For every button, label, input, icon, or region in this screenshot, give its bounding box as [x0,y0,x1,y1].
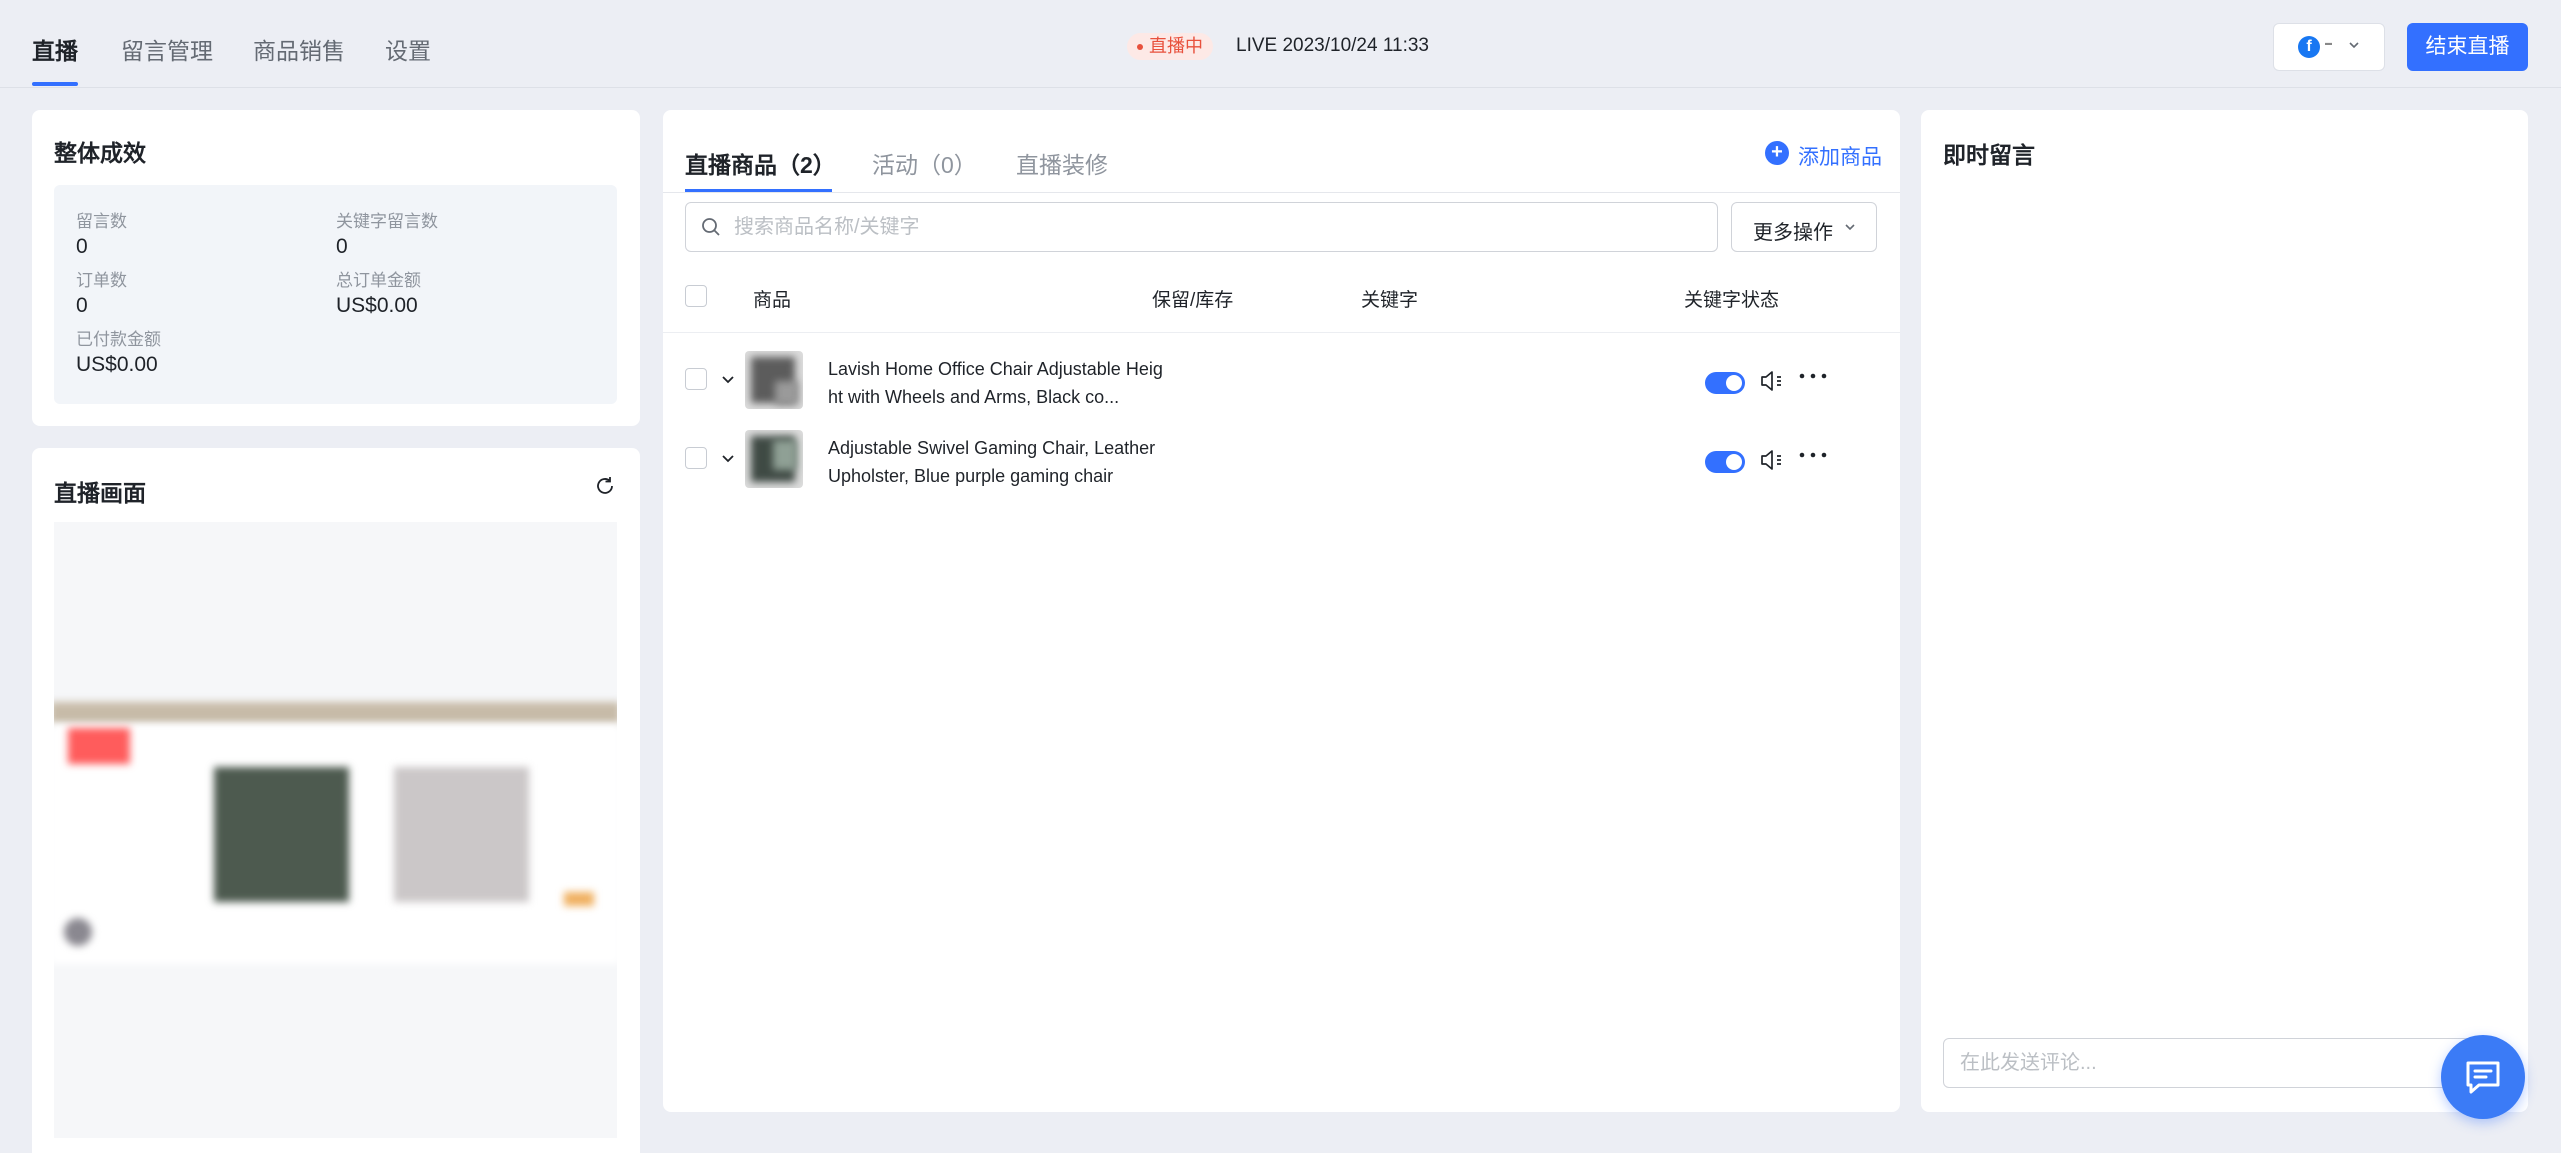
stream-blur-tag [564,892,594,906]
top-bar: 直播 留言管理 商品销售 设置 直播中 LIVE 2023/10/24 11:3… [0,0,2561,88]
tabs-divider [663,192,1900,193]
overview-title: 整体成效 [54,140,146,166]
nav-tab-live[interactable]: 直播 [32,32,78,66]
refresh-icon[interactable] [593,474,617,498]
product-search-input[interactable] [734,203,1694,251]
chat-support-button[interactable] [2441,1035,2525,1119]
nav-tab-product-sales[interactable]: 商品销售 [253,32,345,66]
table-header-divider [663,332,1900,333]
overview-card: 整体成效 留言数 0 关键字留言数 0 订单数 0 总订单金额 US$0.00 … [32,110,640,426]
nav-tab-comment-management[interactable]: 留言管理 [121,32,213,66]
product-thumbnail [745,430,803,488]
product-thumbnail [745,351,803,409]
live-comments-title: 即时留言 [1943,142,2035,168]
stat-value-comments: 0 [76,235,88,258]
chat-icon [2466,1061,2500,1094]
tab-live-products[interactable]: 直播商品（2） [685,146,836,180]
column-header-reserve-stock: 保留/库存 [1152,290,1234,311]
chevron-down-icon [2349,42,2359,49]
table-row: Lavish Home Office Chair Adjustable Heig… [663,341,1900,419]
stream-title: 直播画面 [54,480,146,506]
column-header-product: 商品 [753,290,792,311]
row-checkbox[interactable] [685,368,707,390]
stats-panel: 留言数 0 关键字留言数 0 订单数 0 总订单金额 US$0.00 已付款金额… [54,185,617,404]
live-timestamp: LIVE 2023/10/24 11:33 [1236,35,1429,56]
stream-blur-product-2 [394,767,529,902]
search-icon [702,218,720,236]
stat-value-paid-amount: US$0.00 [76,353,158,376]
live-comments-card: 即时留言 [1921,110,2528,1112]
product-search-box[interactable] [685,202,1718,252]
stat-value-orders: 0 [76,294,88,317]
comment-input-box[interactable] [1943,1038,2500,1088]
column-header-keyword-status: 关键字状态 [1684,290,1780,311]
chevron-down-icon [1845,224,1855,231]
more-actions-button[interactable]: 更多操作 [1731,202,1877,252]
speaker-icon[interactable] [1759,368,1785,394]
nav-tab-settings[interactable]: 设置 [385,32,431,66]
stat-label-total-order-amount: 总订单金额 [336,271,421,290]
stat-label-comments: 留言数 [76,212,127,231]
keyword-status-toggle[interactable] [1705,372,1745,394]
account-name-icon: ▬ [2325,40,2332,47]
stat-value-total-order-amount: US$0.00 [336,294,418,317]
stream-blur-badge [68,728,130,764]
stream-blur-header [54,702,617,724]
product-name: Adjustable Swivel Gaming Chair, Leather … [828,438,1156,486]
more-actions-label: 更多操作 [1753,222,1833,244]
stream-blur-avatar [64,918,92,946]
add-product-label: 添加商品 [1798,146,1882,169]
live-dot-icon [1137,44,1143,50]
stat-label-paid-amount: 已付款金额 [76,330,161,349]
products-card: 直播商品（2） 活动（0） 直播装修 + 添加商品 更多操作 商品 保留/库存 … [663,110,1900,1112]
comment-input[interactable] [1960,1039,2380,1087]
chevron-down-icon[interactable] [720,450,736,466]
tab-activities[interactable]: 活动（0） [872,146,977,180]
column-header-keyword: 关键字 [1361,290,1419,311]
stat-label-keyword-comments: 关键字留言数 [336,212,438,231]
account-selector[interactable]: f ▬ [2273,23,2385,71]
facebook-icon: f [2298,36,2320,58]
end-live-button[interactable]: 结束直播 [2407,23,2528,71]
speaker-icon[interactable] [1759,447,1785,473]
nav-active-indicator [32,82,78,86]
stream-preview [54,522,617,1138]
keyword-status-toggle[interactable] [1705,451,1745,473]
live-status-label: 直播中 [1149,36,1203,56]
stat-value-keyword-comments: 0 [336,235,348,258]
select-all-checkbox[interactable] [685,285,707,307]
live-status-badge: 直播中 [1127,33,1213,60]
more-options-icon[interactable] [1799,371,1827,381]
product-name: Lavish Home Office Chair Adjustable Heig… [828,359,1163,407]
stream-blur-product-1 [214,767,349,902]
more-options-icon[interactable] [1799,450,1827,460]
tab-live-decoration[interactable]: 直播装修 [1016,146,1108,180]
stream-card: 直播画面 [32,448,640,1153]
row-checkbox[interactable] [685,447,707,469]
table-row: Adjustable Swivel Gaming Chair, Leather … [663,420,1900,498]
stat-label-orders: 订单数 [76,271,127,290]
plus-circle-icon: + [1765,141,1789,165]
chevron-down-icon[interactable] [720,371,736,387]
